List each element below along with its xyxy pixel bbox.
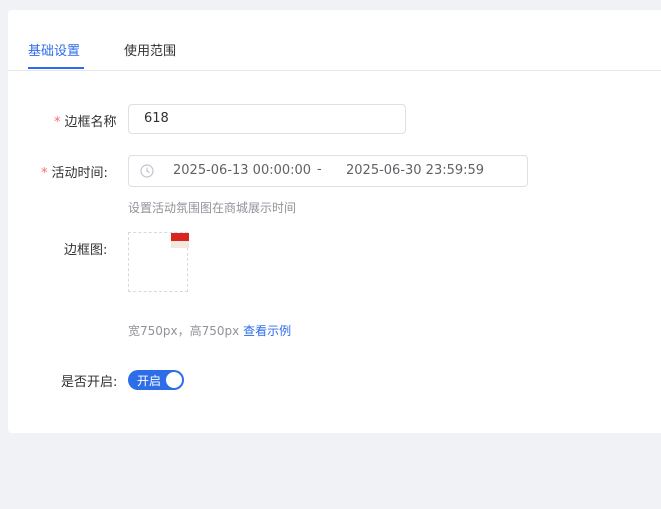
activity-time-hint: 设置活动氛围图在商城展示时间 <box>128 201 297 215</box>
settings-card: 基础设置 使用范围 * 边框名称 618 * 活动时间: 2025-06-13 00… <box>8 10 661 433</box>
end-datetime-input[interactable]: 2025-06-30 23:59:59 <box>346 163 484 178</box>
required-mark: * <box>54 115 61 130</box>
clock-icon <box>140 164 154 178</box>
range-separator: - <box>317 162 322 177</box>
view-example-link[interactable]: 查看示例 <box>243 324 291 338</box>
activity-time-label-text: 活动时间: <box>51 166 108 181</box>
border-image-size-hint: 宽750px，高750px <box>128 324 240 338</box>
tab-usage-scope[interactable]: 使用范围 <box>124 40 176 59</box>
start-datetime-input[interactable]: 2025-06-13 00:00:00 <box>173 163 311 178</box>
tab-basic-settings[interactable]: 基础设置 <box>28 40 80 59</box>
border-image-upload[interactable] <box>128 232 189 292</box>
border-image-thumbnail[interactable] <box>171 233 189 248</box>
border-name-input[interactable]: 618 <box>128 104 406 134</box>
switch-knob <box>166 372 182 388</box>
required-mark: * <box>41 166 48 181</box>
border-image-label: 边框图: <box>64 243 108 258</box>
enabled-label: 是否开启: <box>61 375 118 390</box>
border-image-hint: 宽750px，高750px 查看示例 <box>128 322 291 339</box>
active-tab-indicator <box>28 67 84 69</box>
border-name-label: * 边框名称 <box>54 111 117 130</box>
switch-on-text: 开启 <box>137 374 162 388</box>
activity-time-range-picker[interactable]: 2025-06-13 00:00:00 - 2025-06-30 23:59:5… <box>128 155 528 187</box>
tab-bar: 基础设置 使用范围 <box>8 10 661 71</box>
enabled-switch[interactable]: 开启 <box>128 370 184 390</box>
activity-time-label: * 活动时间: <box>41 162 108 181</box>
border-name-value: 618 <box>144 111 169 126</box>
thumbnail-red-banner <box>171 233 189 241</box>
border-name-label-text: 边框名称 <box>64 115 117 130</box>
